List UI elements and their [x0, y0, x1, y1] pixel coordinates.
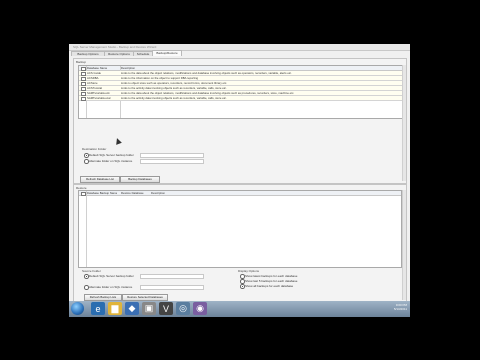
alternate-folder-label: Alternate folder on SQL instance: [89, 159, 133, 163]
row-checkbox[interactable]: [81, 96, 86, 101]
show-all-backups-radio[interactable]: [240, 284, 245, 289]
tab-restore-options[interactable]: Restore Options: [104, 51, 134, 56]
alternate-folder-field[interactable]: [140, 159, 204, 164]
grid-divider: [86, 191, 87, 267]
database-description: Links to the information on the object t…: [121, 76, 199, 80]
window-title: SQL Server Management Studio - Backup an…: [73, 45, 157, 49]
column-header-backup-name[interactable]: Database Backup Name: [87, 191, 117, 195]
database-name: SAMTutorialsLocal: [87, 96, 111, 100]
column-header-description[interactable]: Description: [121, 66, 181, 70]
show-last-5-backups-label: Show last 5 backups for each database: [245, 279, 298, 283]
database-name: ACStore: [87, 81, 98, 85]
alternate-source-folder-field[interactable]: [140, 285, 204, 290]
visual-studio-icon[interactable]: V: [159, 302, 173, 315]
sql-management-studio-icon[interactable]: ◎: [176, 302, 190, 315]
column-header-restore-database[interactable]: Restore Database: [121, 191, 151, 195]
default-backup-folder-radio[interactable]: [84, 153, 89, 158]
restore-backup-grid: Database Backup Name Restore Database De…: [78, 190, 402, 268]
backup-group: Backup Database Name Description ACS Gui…: [73, 58, 407, 184]
database-description: Links to the data about the object relat…: [121, 71, 292, 75]
column-header-database-name[interactable]: Database Name: [87, 66, 117, 70]
alternate-source-folder-label: Alternate folder on SQL instance: [89, 285, 133, 289]
default-source-folder-label: Default SQL Server backup folder: [89, 274, 134, 278]
refresh-backup-lists-button[interactable]: Refresh Backup Lists: [84, 294, 122, 301]
database-name: ACSTutorial: [87, 86, 102, 90]
windows-taskbar: e ▆ ◆ ▣ V ◎ ◉ 9:00 PM 5/13/2011: [69, 301, 410, 317]
taskbar-app-icon[interactable]: ◉: [193, 302, 207, 315]
default-backup-folder-field: [140, 153, 204, 158]
source-folder-label: Source Folder: [82, 269, 101, 273]
restore-scrollbar[interactable]: [402, 190, 406, 300]
backup-databases-button[interactable]: Backup Databases: [120, 176, 160, 183]
backup-group-label: Backup: [76, 60, 87, 64]
select-all-checkbox[interactable]: [81, 191, 86, 196]
start-button-icon[interactable]: [71, 302, 84, 315]
database-name: ACS Guide: [87, 71, 101, 75]
tab-schedule[interactable]: Schedule: [133, 51, 153, 56]
restore-grid-header: Database Backup Name Restore Database De…: [79, 191, 401, 196]
default-source-folder-radio[interactable]: [84, 274, 89, 279]
backup-scrollbar[interactable]: [402, 65, 406, 181]
folder-explorer-icon[interactable]: ▆: [108, 302, 122, 315]
alternate-folder-radio[interactable]: [84, 159, 89, 164]
title-bar: SQL Server Management Studio - Backup an…: [69, 44, 410, 51]
default-source-folder-field: [140, 274, 204, 279]
system-clock[interactable]: 9:00 PM 5/13/2011: [394, 303, 407, 311]
database-name: SAMTutorialsLock: [87, 91, 110, 95]
column-header-description[interactable]: Description: [151, 191, 181, 195]
database-description: Links to the data about the object relat…: [121, 91, 295, 95]
app-taskbar-icon[interactable]: ◆: [125, 302, 139, 315]
database-description: Links to the activity data involving obj…: [121, 96, 227, 100]
show-last-5-backups-radio[interactable]: [240, 279, 245, 284]
table-row[interactable]: SAMTutorialsLocal Links to the activity …: [79, 96, 405, 101]
destination-folder-label: Destination Folder: [82, 147, 107, 151]
restore-group: Restore Database Backup Name Restore Dat…: [73, 184, 407, 304]
tab-backup-restore[interactable]: Backup/Restore: [152, 50, 182, 56]
clock-date: 5/13/2011: [393, 307, 407, 311]
alternate-source-folder-radio[interactable]: [84, 285, 89, 290]
backup-database-grid: Database Name Description ACS Guide Link…: [78, 65, 406, 119]
show-latest-backups-radio[interactable]: [240, 274, 245, 279]
default-backup-folder-label: Default SQL Server backup folder: [89, 153, 134, 157]
database-description: Links to object store such as operators,…: [121, 81, 228, 85]
database-name: ACSDBA: [87, 76, 99, 80]
refresh-database-list-button[interactable]: Refresh Database List: [80, 176, 120, 183]
restore-selected-databases-button[interactable]: Restore Selected Databases: [122, 294, 168, 301]
app-window: SQL Server Management Studio - Backup an…: [69, 44, 410, 317]
show-all-backups-label: Show all backups for each database: [245, 284, 294, 288]
display-options-label: Display Options: [238, 269, 260, 273]
show-latest-backups-label: Show latest backups for each database: [245, 274, 298, 278]
database-description: Links to the activity data involving obj…: [121, 86, 227, 90]
ie-browser-icon[interactable]: e: [91, 302, 105, 315]
taskbar-app-icon[interactable]: ▣: [142, 302, 156, 315]
tab-backup-options[interactable]: Backup Options: [71, 51, 105, 56]
